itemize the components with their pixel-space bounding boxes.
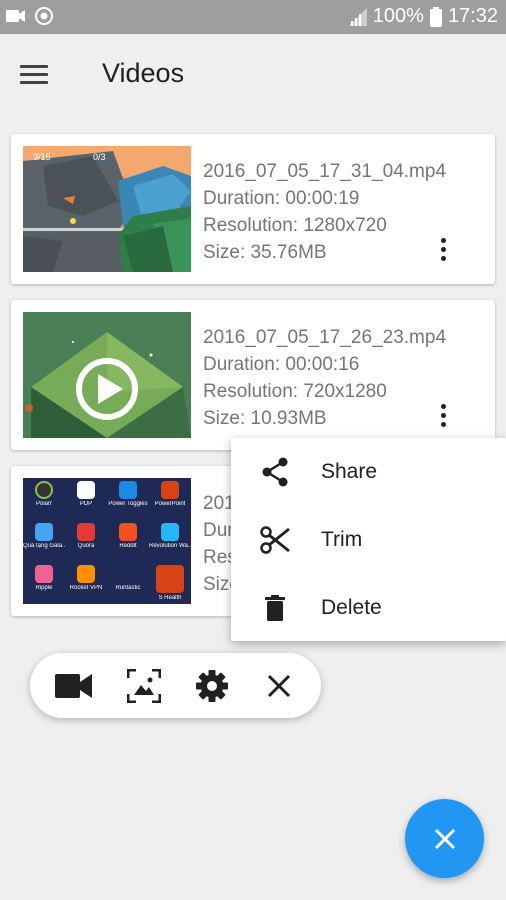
scissors-icon	[260, 526, 290, 554]
record-video-button[interactable]	[55, 667, 93, 705]
app-icon-tile: Quora	[65, 520, 107, 562]
video-thumbnail[interactable]: 3/15 0/3	[23, 146, 191, 272]
video-resolution: Resolution: 1280x720	[203, 215, 387, 236]
app-icon-label: PowerPoint	[154, 501, 186, 507]
app-icon-tile: S Health	[149, 562, 191, 604]
app-icon-label: Runtastic	[115, 585, 141, 591]
app-grid: Polarr PDP Power Toggles PowerPoint Quà tặng…	[23, 478, 191, 604]
screenshot-button[interactable]	[125, 667, 163, 705]
thumb-hud-left: 3/15	[33, 152, 51, 162]
settings-icon	[196, 670, 228, 702]
app-icon-label: Ripple	[35, 585, 53, 591]
settings-button[interactable]	[193, 667, 231, 705]
menu-item-share[interactable]: Share	[231, 438, 506, 505]
status-bar: 100% 17:32	[0, 0, 506, 34]
video-info: 2016_07_05_17_26_23.mp4 Duration: 00:00:…	[203, 324, 446, 432]
app-icon-label: S Health	[158, 595, 182, 601]
app-icon-tile: Ripple	[23, 562, 65, 604]
close-icon	[434, 828, 455, 849]
signal-icon	[348, 7, 367, 26]
close-toolbar-button[interactable]	[260, 667, 298, 705]
video-filename: 2016_07_05_17_26_23.mp4	[203, 327, 447, 348]
trash-icon	[265, 595, 285, 621]
app-icon-label: Revolution Wa...	[149, 543, 191, 549]
hamburger-menu-icon[interactable]	[16, 58, 52, 90]
app-icon-tile: Rocket VPN	[65, 562, 107, 604]
app-icon	[119, 565, 137, 583]
app-icon	[77, 481, 95, 499]
app-icon-label: Rocket VPN	[69, 585, 103, 591]
more-options-icon[interactable]	[435, 400, 451, 430]
screenshot-icon	[127, 669, 161, 703]
app-icon-label: Quora	[77, 543, 95, 549]
record-video-icon	[55, 674, 92, 698]
video-camera-icon	[6, 10, 25, 22]
app-icon-label: Reddit	[119, 543, 137, 549]
app-icon-label: Quà tặng Gala...	[23, 543, 65, 549]
app-icon-tile: PDP	[65, 478, 107, 520]
floating-toolbar	[30, 653, 321, 718]
video-size: Size: 35.76MB	[203, 242, 327, 263]
app-icon-tile: Revolution Wa...	[149, 520, 191, 562]
menu-item-delete[interactable]: Delete	[231, 574, 506, 641]
menu-item-trim[interactable]: Trim	[231, 506, 506, 573]
video-info: 2016_07_05_17_31_04.mp4 Duration: 00:00:…	[203, 158, 446, 266]
fab-close-button[interactable]	[405, 799, 484, 878]
menu-item-label: Share	[321, 459, 378, 483]
app-bar: Videos	[0, 34, 506, 114]
app-icon	[35, 481, 53, 499]
video-card-2[interactable]: 2016_07_05_17_26_23.mp4 Duration: 00:00:…	[11, 300, 495, 450]
app-icon-tile: Quà tặng Gala...	[23, 520, 65, 562]
video-resolution: Resolution: 720x1280	[203, 381, 387, 402]
app-icon	[161, 481, 179, 499]
app-icon-tile: Power Toggles	[107, 478, 149, 520]
share-icon	[262, 457, 288, 487]
video-thumbnail[interactable]	[23, 312, 191, 438]
menu-item-label: Delete	[321, 595, 382, 619]
app-icon-tile: PowerPoint	[149, 478, 191, 520]
thumb-hud-right: 0/3	[93, 152, 106, 162]
battery-icon	[429, 6, 442, 27]
app-icon	[35, 565, 53, 583]
more-options-icon[interactable]	[435, 234, 451, 264]
app-icon-label: Power Toggles	[108, 501, 148, 507]
video-thumbnail[interactable]: Polarr PDP Power Toggles PowerPoint Quà tặng…	[23, 478, 191, 604]
app-icon	[161, 523, 179, 541]
app-icon-tile: Polarr	[23, 478, 65, 520]
app-icon	[156, 565, 184, 593]
context-menu: Share Trim Delete	[231, 438, 506, 641]
app-icon	[119, 481, 137, 499]
close-icon	[267, 674, 291, 698]
app-icon-tile: Runtastic	[107, 562, 149, 604]
video-duration: Duration: 00:00:19	[203, 188, 360, 209]
video-card-1[interactable]: 3/15 0/3 2016_07_05_17_31_04.mp4 Duratio…	[11, 134, 495, 284]
app-icon-label: PDP	[79, 501, 93, 507]
menu-item-label: Trim	[321, 527, 363, 551]
video-filename: 2016_07_05_17_31_04.mp4	[203, 161, 447, 182]
video-size: Size: 10.93MB	[203, 408, 327, 429]
app-icon-tile: Reddit	[107, 520, 149, 562]
page-title: Videos	[102, 58, 185, 88]
video-duration: Duration: 00:00:16	[203, 354, 360, 375]
app-icon	[77, 565, 95, 583]
battery-percent: 100%	[372, 5, 424, 27]
app-icon	[77, 523, 95, 541]
app-icon-label: Polarr	[35, 501, 52, 507]
clock: 17:32	[447, 5, 498, 27]
app-icon	[119, 523, 137, 541]
app-icon	[35, 523, 53, 541]
screen-recorder-icon	[35, 7, 53, 25]
